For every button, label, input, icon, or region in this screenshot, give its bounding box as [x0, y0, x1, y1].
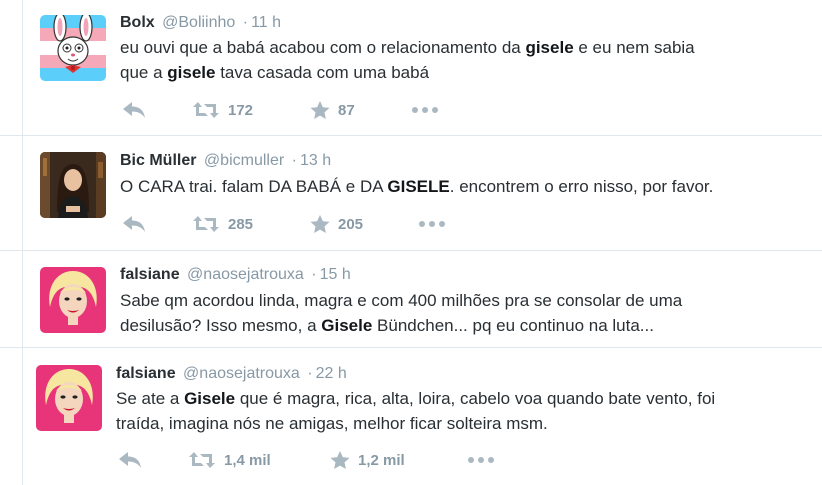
- tweet-text-line: O CARA trai. falam DA BABÁ e DA GISELE. …: [120, 174, 713, 199]
- text-run: tava casada com uma babá: [215, 63, 430, 82]
- like-count: 205: [338, 215, 364, 233]
- tweet-text-line: eu ouvi que a babá acabou com o relacion…: [120, 35, 695, 60]
- retweet-button[interactable]: 172: [192, 99, 253, 121]
- tweet-bic-muller[interactable]: Bic Müller @bicmuller · 13 h O CARA trai.…: [0, 136, 822, 251]
- tweet-text-line: Sabe qm acordou linda, magra e com 400 m…: [120, 288, 682, 313]
- text-run: Bündchen... pq eu continuo na luta...: [372, 316, 654, 335]
- text-run: e eu nem sabia: [573, 38, 695, 57]
- highlighted-term: gisele: [525, 38, 574, 57]
- text-run: . encontrem o erro nisso, por favor.: [449, 177, 714, 196]
- user-name[interactable]: falsiane: [120, 266, 180, 283]
- marilyn-portrait-avatar-icon: [40, 267, 106, 333]
- highlighted-term: Gisele: [184, 389, 236, 408]
- reply-button[interactable]: [122, 99, 146, 121]
- user-handle[interactable]: @naosejatrouxa: [187, 266, 304, 283]
- highlighted-term: Gisele: [321, 316, 373, 335]
- reply-arrow-icon: [123, 102, 145, 118]
- more-dots-icon: [468, 457, 494, 463]
- text-run: eu ouvi que a babá acabou com o relacion…: [120, 38, 526, 57]
- tweet-text: O CARA trai. falam DA BABÁ e DA GISELE. …: [120, 174, 713, 199]
- star-icon: [310, 100, 330, 119]
- retweet-count: 285: [228, 215, 254, 233]
- avatar-falsiane[interactable]: [40, 267, 106, 333]
- text-run: que é magra, rica, alta, loira, cabelo v…: [235, 389, 716, 408]
- tweet-header: falsiane @naosejatrouxa · 22 h: [116, 364, 347, 384]
- separator-dot: ·: [307, 365, 313, 382]
- tweet-text-line: desilusão? Isso mesmo, a Gisele Bündchen…: [120, 313, 682, 338]
- reply-arrow-icon: [123, 216, 145, 232]
- highlighted-term: GISELE: [387, 177, 450, 196]
- more-button[interactable]: [468, 449, 494, 471]
- tweet-text: Sabe qm acordou linda, magra e com 400 m…: [120, 288, 682, 338]
- tweet-time[interactable]: 11 h: [251, 14, 281, 31]
- tweet-bolx[interactable]: Bolx @Boliinho · 11 h eu ouvi que a babá …: [0, 0, 822, 136]
- tweet-text: Se ate a Gisele que é magra, rica, alta,…: [116, 386, 715, 436]
- user-handle[interactable]: @Boliinho: [162, 14, 235, 31]
- star-icon: [310, 214, 330, 233]
- tweet-text: eu ouvi que a babá acabou com o relacion…: [120, 35, 695, 85]
- like-count: 87: [338, 101, 355, 119]
- tweet-actions: 1,4 mil 1,2 mil: [118, 449, 498, 471]
- tweet-falsiane-2[interactable]: falsiane @naosejatrouxa · 22 h Se ate a G…: [0, 348, 822, 485]
- retweet-button[interactable]: 1,4 mil: [188, 449, 271, 471]
- separator-dot: ·: [311, 266, 317, 283]
- marilyn-portrait-avatar-icon: [36, 365, 102, 431]
- text-run: que a: [120, 63, 168, 82]
- tweet-time[interactable]: 15 h: [320, 266, 351, 283]
- tweet-time[interactable]: 13 h: [300, 152, 331, 169]
- more-dots-icon: [412, 107, 438, 113]
- user-name[interactable]: falsiane: [116, 365, 176, 382]
- text-run: Sabe qm acordou linda, magra e com 400 m…: [120, 291, 683, 310]
- tweet-text-line: que a gisele tava casada com uma babá: [120, 60, 695, 85]
- user-name[interactable]: Bic Müller: [120, 152, 196, 169]
- tweet-header: falsiane @naosejatrouxa · 15 h: [120, 265, 351, 285]
- user-handle[interactable]: @bicmuller: [204, 152, 284, 169]
- retweet-count: 172: [228, 101, 254, 119]
- tweet-falsiane-1[interactable]: falsiane @naosejatrouxa · 15 h Sabe qm ac…: [0, 251, 822, 348]
- like-button[interactable]: 205: [310, 213, 363, 235]
- text-run: Se ate a: [116, 389, 185, 408]
- tweet-actions: 285 205: [122, 213, 452, 235]
- like-button[interactable]: 87: [310, 99, 355, 121]
- text-run: desilusão? Isso mesmo, a: [120, 316, 322, 335]
- tweet-header: Bic Müller @bicmuller · 13 h: [120, 151, 331, 171]
- like-button[interactable]: 1,2 mil: [330, 449, 405, 471]
- retweet-count: 1,4 mil: [224, 451, 271, 469]
- more-button[interactable]: [419, 213, 445, 235]
- highlighted-term: gisele: [167, 63, 216, 82]
- reply-button[interactable]: [122, 213, 146, 235]
- tweet-text-line: traída, imagina nós ne amigas, melhor fi…: [116, 411, 715, 436]
- avatar-bic-muller[interactable]: [40, 152, 106, 218]
- star-icon: [330, 450, 350, 469]
- woman-photo-avatar-icon: [40, 152, 106, 218]
- like-count: 1,2 mil: [358, 451, 405, 469]
- tweet-actions: 172 87: [122, 99, 452, 121]
- separator-dot: ·: [242, 14, 249, 31]
- retweet-button[interactable]: 285: [192, 213, 253, 235]
- text-run: traída, imagina nós ne amigas, melhor fi…: [116, 414, 548, 433]
- text-run: O CARA trai. falam DA BABÁ e DA: [120, 177, 388, 196]
- retweet-icon: [193, 216, 219, 232]
- more-button[interactable]: [412, 99, 438, 121]
- more-dots-icon: [419, 221, 445, 227]
- reply-button[interactable]: [118, 449, 142, 471]
- user-name[interactable]: Bolx: [120, 14, 155, 31]
- user-handle[interactable]: @naosejatrouxa: [183, 365, 300, 382]
- retweet-icon: [193, 102, 219, 118]
- separator-dot: ·: [291, 152, 297, 169]
- retweet-icon: [189, 452, 215, 468]
- tweet-header: Bolx @Boliinho · 11 h: [120, 13, 281, 33]
- tweet-text-line: Se ate a Gisele que é magra, rica, alta,…: [116, 386, 715, 411]
- avatar-falsiane[interactable]: [36, 365, 102, 431]
- avatar-bolx[interactable]: [40, 15, 106, 81]
- tweet-time[interactable]: 22 h: [316, 365, 347, 382]
- reply-arrow-icon: [119, 452, 141, 468]
- timeline: Bolx @Boliinho · 11 h eu ouvi que a babá …: [0, 0, 822, 485]
- rabbit-cartoon-avatar-icon: [40, 15, 106, 81]
